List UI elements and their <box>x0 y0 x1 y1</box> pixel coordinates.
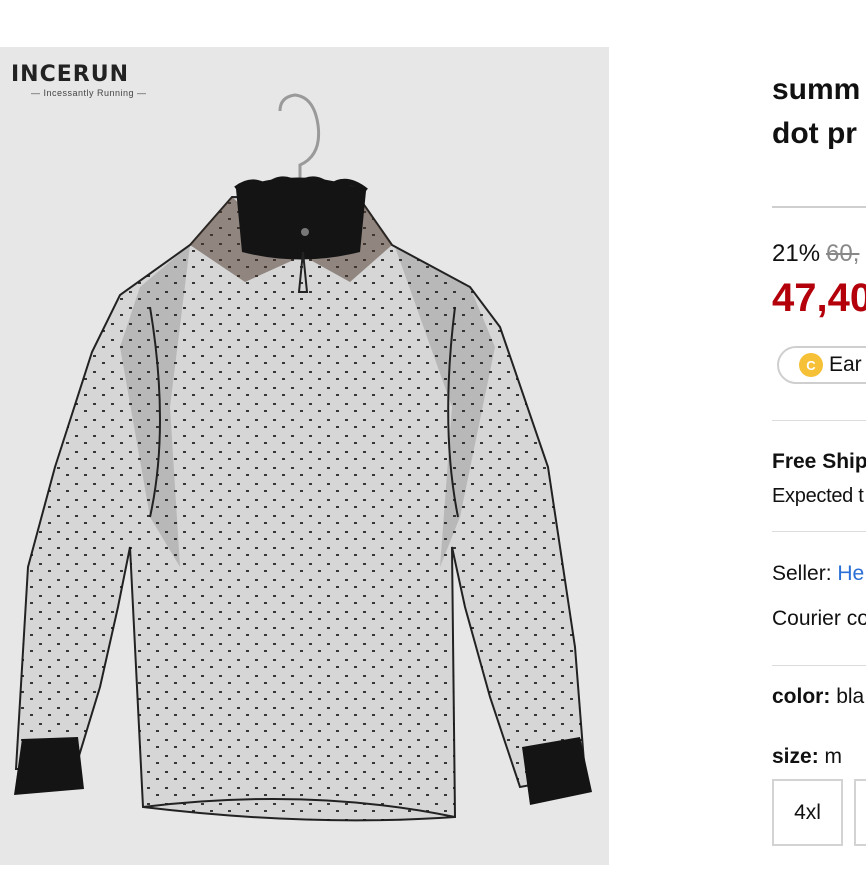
courier-info: Courier co <box>772 607 866 630</box>
price-discount-row: 21% 60, <box>772 240 859 268</box>
color-value: bla <box>836 685 865 708</box>
divider <box>772 531 866 532</box>
earn-rewards-button[interactable]: C Ear <box>777 346 866 384</box>
product-image[interactable]: INCERUN — Incessantly Running — <box>0 47 609 865</box>
seller-row: Seller: He <box>772 562 864 586</box>
divider <box>772 665 866 666</box>
discount-percent: 21% <box>772 240 821 267</box>
divider <box>772 206 866 208</box>
product-title-line-1: summ <box>772 73 861 106</box>
size-option[interactable] <box>854 779 866 846</box>
color-label: color: <box>772 685 831 708</box>
seller-link[interactable]: He <box>837 562 864 585</box>
shipping-expected: Expected t <box>772 485 864 507</box>
original-price: 60, <box>826 240 860 267</box>
shipping-title: Free Ship <box>772 450 866 473</box>
product-title: summ dot pr <box>772 68 866 156</box>
coin-icon: C <box>799 353 823 377</box>
product-info-panel: summ dot pr 21% 60, 47,40 C Ear Free Ship… <box>772 0 866 872</box>
size-option-row: size: m <box>772 745 842 769</box>
seller-label: Seller: <box>772 562 832 585</box>
size-value: m <box>824 745 843 768</box>
color-option-row: color: bla <box>772 685 864 709</box>
size-option-4xl[interactable]: 4xl <box>772 779 843 846</box>
blouse-photo <box>14 93 592 822</box>
product-title-line-2: dot pr <box>772 117 857 150</box>
earn-rewards-label: Ear <box>829 353 862 376</box>
size-label: size: <box>772 745 819 768</box>
sale-price: 47,40 <box>772 276 866 320</box>
divider <box>772 420 866 421</box>
